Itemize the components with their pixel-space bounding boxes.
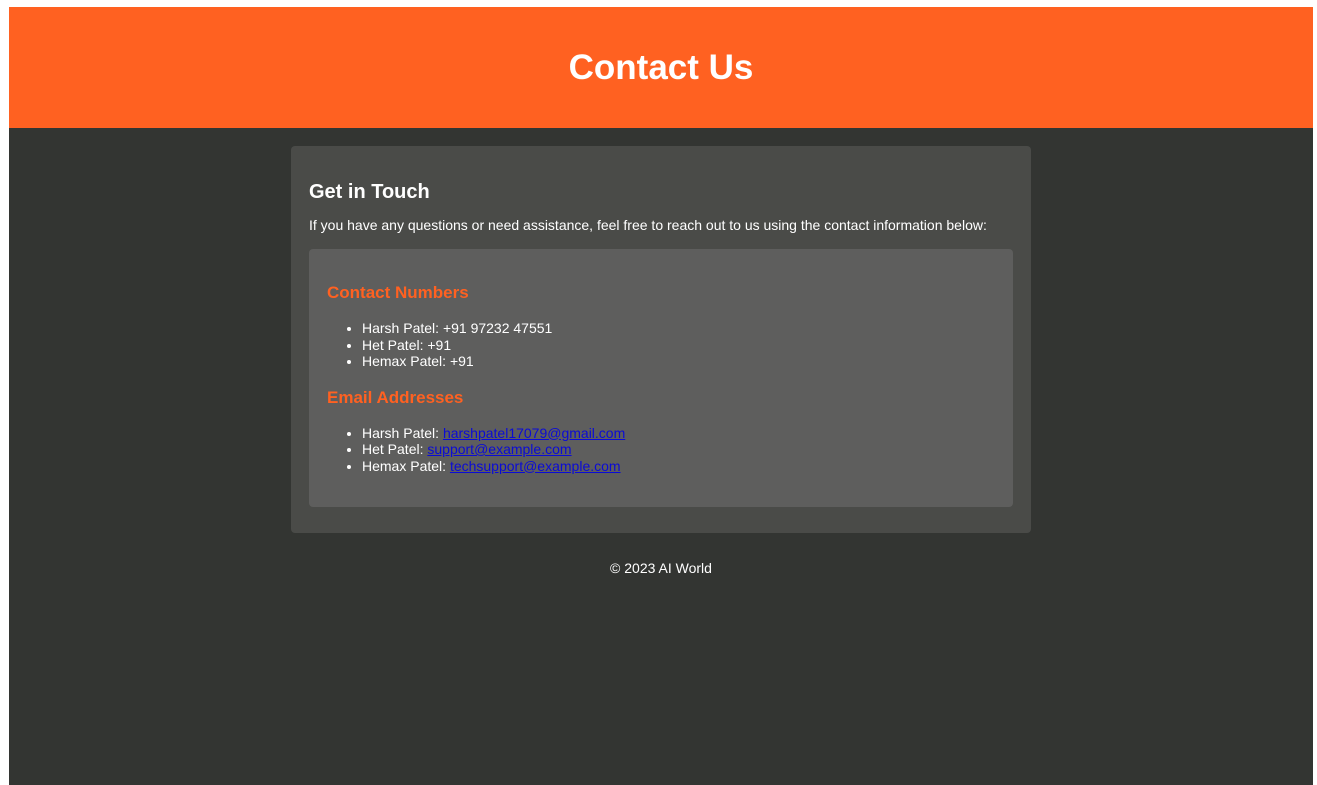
- page-title: Contact Us: [568, 48, 754, 87]
- email-item: Het Patel: support@example.com: [362, 441, 995, 458]
- contact-name: Harsh Patel:: [362, 424, 440, 441]
- site-footer: © 2023 AI World: [9, 559, 1313, 577]
- contact-phone: +91: [427, 336, 452, 353]
- contact-phone: +91 97232 47551: [442, 320, 553, 336]
- contact-info-box: Contact Numbers Harsh Patel: +91 97232 4…: [309, 249, 1013, 507]
- copyright-text: © 2023 AI World: [610, 560, 712, 576]
- contact-name: Hemax Patel:: [362, 457, 447, 474]
- email-link[interactable]: harshpatel17079@gmail.com: [443, 425, 625, 441]
- contact-number-item: Harsh Patel: +91 97232 47551: [362, 320, 995, 337]
- contact-numbers-heading: Contact Numbers: [327, 283, 469, 302]
- contact-name: Hemax Patel:: [362, 353, 447, 369]
- contact-name: Het Patel:: [362, 336, 424, 353]
- get-in-touch-heading: Get in Touch: [309, 181, 430, 203]
- email-link[interactable]: support@example.com: [427, 441, 571, 457]
- email-item: Harsh Patel: harshpatel17079@gmail.com: [362, 425, 995, 442]
- email-item: Hemax Patel: techsupport@example.com: [362, 458, 995, 475]
- contact-phone: +91: [449, 353, 474, 369]
- intro-text: If you have any questions or need assist…: [309, 217, 987, 233]
- contact-name: Het Patel:: [362, 441, 424, 457]
- contact-numbers-list: Harsh Patel: +91 97232 47551 Het Patel: …: [327, 320, 995, 370]
- contact-number-item: Het Patel: +91: [362, 337, 995, 354]
- contact-card: Get in Touch If you have any questions o…: [291, 146, 1031, 533]
- page-frame: Contact Us Get in Touch If you have any …: [9, 7, 1313, 785]
- contact-number-item: Hemax Patel: +91: [362, 353, 995, 370]
- email-link[interactable]: techsupport@example.com: [450, 458, 621, 474]
- site-header: Contact Us: [9, 7, 1313, 128]
- contact-name: Harsh Patel:: [362, 320, 440, 336]
- email-addresses-heading: Email Addresses: [327, 387, 464, 407]
- email-addresses-list: Harsh Patel: harshpatel17079@gmail.com H…: [327, 425, 995, 475]
